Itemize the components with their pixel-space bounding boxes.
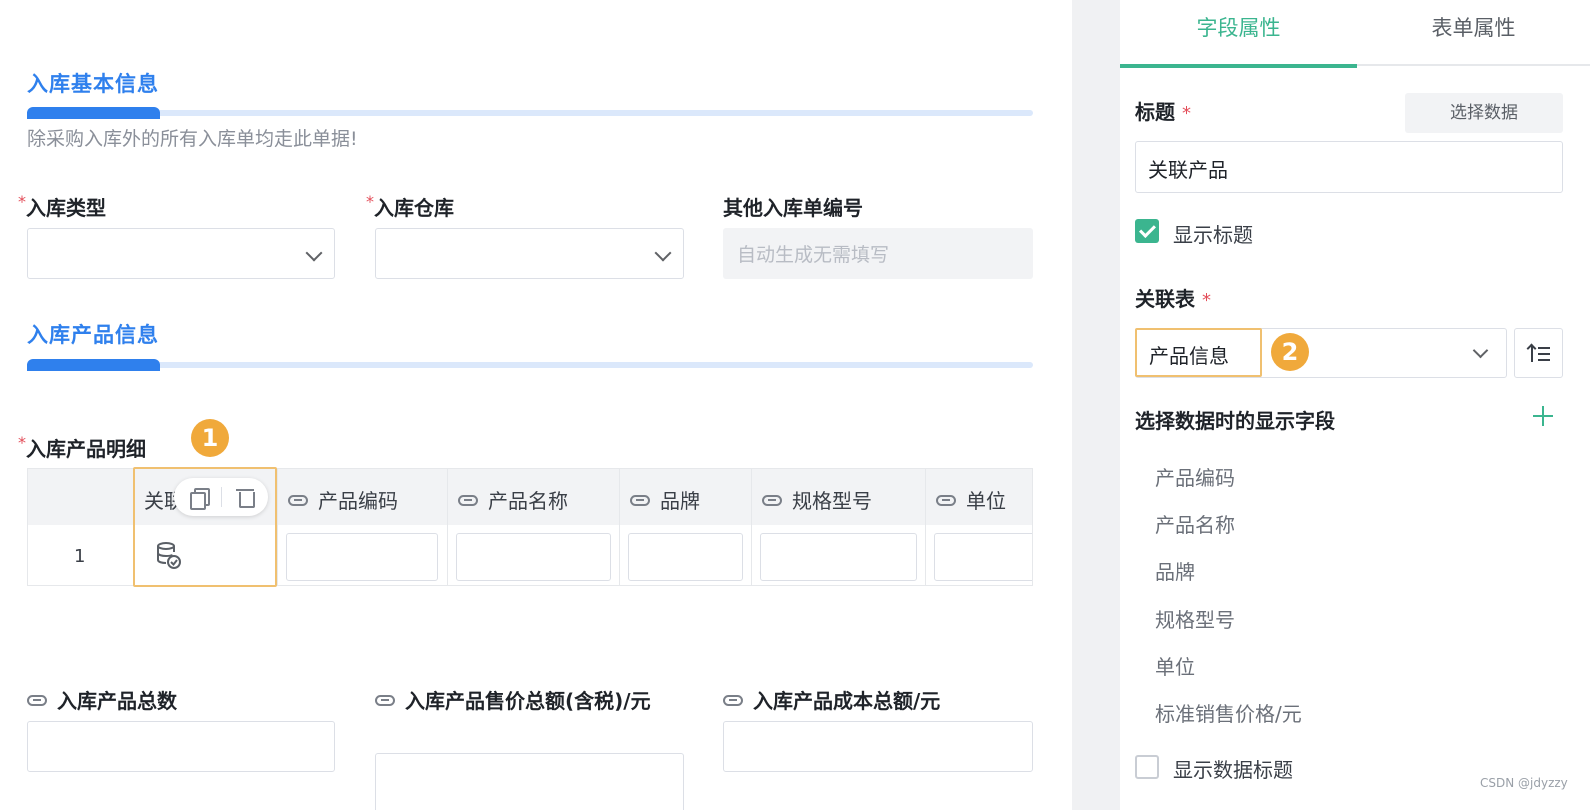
link-icon bbox=[288, 495, 308, 506]
trash-icon[interactable] bbox=[236, 487, 255, 508]
table-column-spec[interactable]: 规格型号 bbox=[752, 469, 926, 585]
properties-panel: 字段属性 表单属性 标题 * 选择数据 关联产品 显示标题 关联表 * 产品信息… bbox=[1120, 0, 1590, 810]
other-inbound-number-field: 自动生成无需填写 bbox=[723, 228, 1033, 279]
title-input[interactable]: 关联产品 bbox=[1135, 141, 1563, 193]
tab-form-properties[interactable]: 表单属性 bbox=[1357, 0, 1590, 66]
table-column-index: 1 bbox=[28, 469, 135, 585]
column-header-brand: 品牌 bbox=[630, 485, 700, 514]
link-icon bbox=[936, 495, 956, 506]
section-title-basic-info: 入库基本信息 bbox=[27, 72, 159, 96]
total-cost-input[interactable] bbox=[723, 721, 1033, 772]
chevron-down-icon bbox=[305, 244, 323, 262]
cell-input-unit[interactable] bbox=[934, 533, 1032, 581]
section-title-product-info: 入库产品信息 bbox=[27, 323, 159, 347]
select-data-button[interactable]: 选择数据 bbox=[1405, 93, 1563, 133]
related-table-label: 关联表 * bbox=[1135, 287, 1211, 311]
display-field-item[interactable]: 品牌 bbox=[1155, 556, 1195, 585]
row-index: 1 bbox=[74, 546, 86, 567]
display-field-item[interactable]: 单位 bbox=[1155, 651, 1195, 680]
link-icon bbox=[27, 695, 47, 706]
column-toolbar bbox=[174, 478, 268, 516]
table-column-product-name[interactable]: 产品名称 bbox=[448, 469, 620, 585]
watermark: CSDN @jdyzzy bbox=[1480, 776, 1568, 790]
show-data-title-label: 显示数据标题 bbox=[1173, 758, 1293, 782]
show-title-checkbox[interactable] bbox=[1135, 219, 1159, 243]
field-label-total-cost: 入库产品成本总额/元 bbox=[723, 685, 940, 714]
link-icon bbox=[458, 495, 478, 506]
step-badge-1: 1 bbox=[191, 419, 229, 457]
link-icon bbox=[723, 695, 743, 706]
link-icon bbox=[375, 695, 395, 706]
field-label-other-inbound-number: 其他入库单编号 bbox=[723, 196, 863, 220]
total-sale-price-input[interactable] bbox=[375, 753, 684, 810]
cell-input-product-code[interactable] bbox=[286, 533, 438, 581]
sort-fields-button[interactable] bbox=[1514, 328, 1563, 378]
copy-icon[interactable] bbox=[190, 488, 210, 510]
warehouse-select[interactable] bbox=[375, 228, 684, 279]
display-fields-label: 选择数据时的显示字段 bbox=[1135, 409, 1335, 433]
display-field-item[interactable]: 标准销售价格/元 bbox=[1155, 698, 1302, 727]
sort-icon bbox=[1526, 343, 1551, 364]
chevron-down-icon bbox=[1472, 342, 1489, 359]
section-divider bbox=[27, 359, 1033, 371]
column-header-spec: 规格型号 bbox=[762, 485, 872, 514]
panel-gutter bbox=[1072, 0, 1120, 810]
table-column-brand[interactable]: 品牌 bbox=[620, 469, 752, 585]
display-field-item[interactable]: 产品编码 bbox=[1155, 462, 1235, 491]
column-header-unit: 单位 bbox=[936, 485, 1006, 514]
field-label-inbound-type: *入库类型 bbox=[18, 192, 106, 220]
cell-input-product-name[interactable] bbox=[456, 533, 611, 581]
inbound-type-select[interactable] bbox=[27, 228, 335, 279]
field-label-product-detail: *入库产品明细 bbox=[18, 433, 146, 461]
title-label: 标题 * bbox=[1135, 100, 1191, 124]
related-table-value[interactable]: 产品信息 bbox=[1135, 328, 1262, 377]
tab-field-properties[interactable]: 字段属性 bbox=[1120, 0, 1357, 68]
display-field-item[interactable]: 规格型号 bbox=[1155, 604, 1235, 633]
column-header-product-code: 产品编码 bbox=[288, 485, 398, 514]
show-title-label: 显示标题 bbox=[1173, 223, 1253, 247]
section-divider bbox=[27, 107, 1033, 119]
cell-input-brand[interactable] bbox=[628, 533, 743, 581]
table-column-unit[interactable]: 单位 bbox=[926, 469, 1032, 585]
field-label-total-quantity: 入库产品总数 bbox=[27, 685, 177, 714]
chevron-down-icon bbox=[654, 244, 672, 262]
field-label-total-sale-price: 入库产品售价总额(含税)/元 bbox=[375, 685, 675, 717]
field-label-warehouse: *入库仓库 bbox=[366, 192, 454, 220]
section-description: 除采购入库外的所有入库单均走此单据! bbox=[27, 128, 358, 150]
form-canvas: 入库基本信息 除采购入库外的所有入库单均走此单据! *入库类型 *入库仓库 其他… bbox=[0, 0, 1072, 810]
add-field-icon[interactable] bbox=[1533, 406, 1553, 426]
show-data-title-checkbox[interactable] bbox=[1135, 755, 1159, 779]
link-icon bbox=[762, 495, 782, 506]
database-link-icon[interactable] bbox=[156, 542, 182, 570]
step-badge-2: 2 bbox=[1271, 333, 1309, 371]
table-column-product-code[interactable]: 产品编码 bbox=[278, 469, 448, 585]
panel-tabs: 字段属性 表单属性 bbox=[1120, 0, 1590, 68]
cell-input-spec[interactable] bbox=[760, 533, 917, 581]
link-icon bbox=[630, 495, 650, 506]
total-quantity-input[interactable] bbox=[27, 721, 335, 772]
column-header-product-name: 产品名称 bbox=[458, 485, 568, 514]
display-field-item[interactable]: 产品名称 bbox=[1155, 509, 1235, 538]
